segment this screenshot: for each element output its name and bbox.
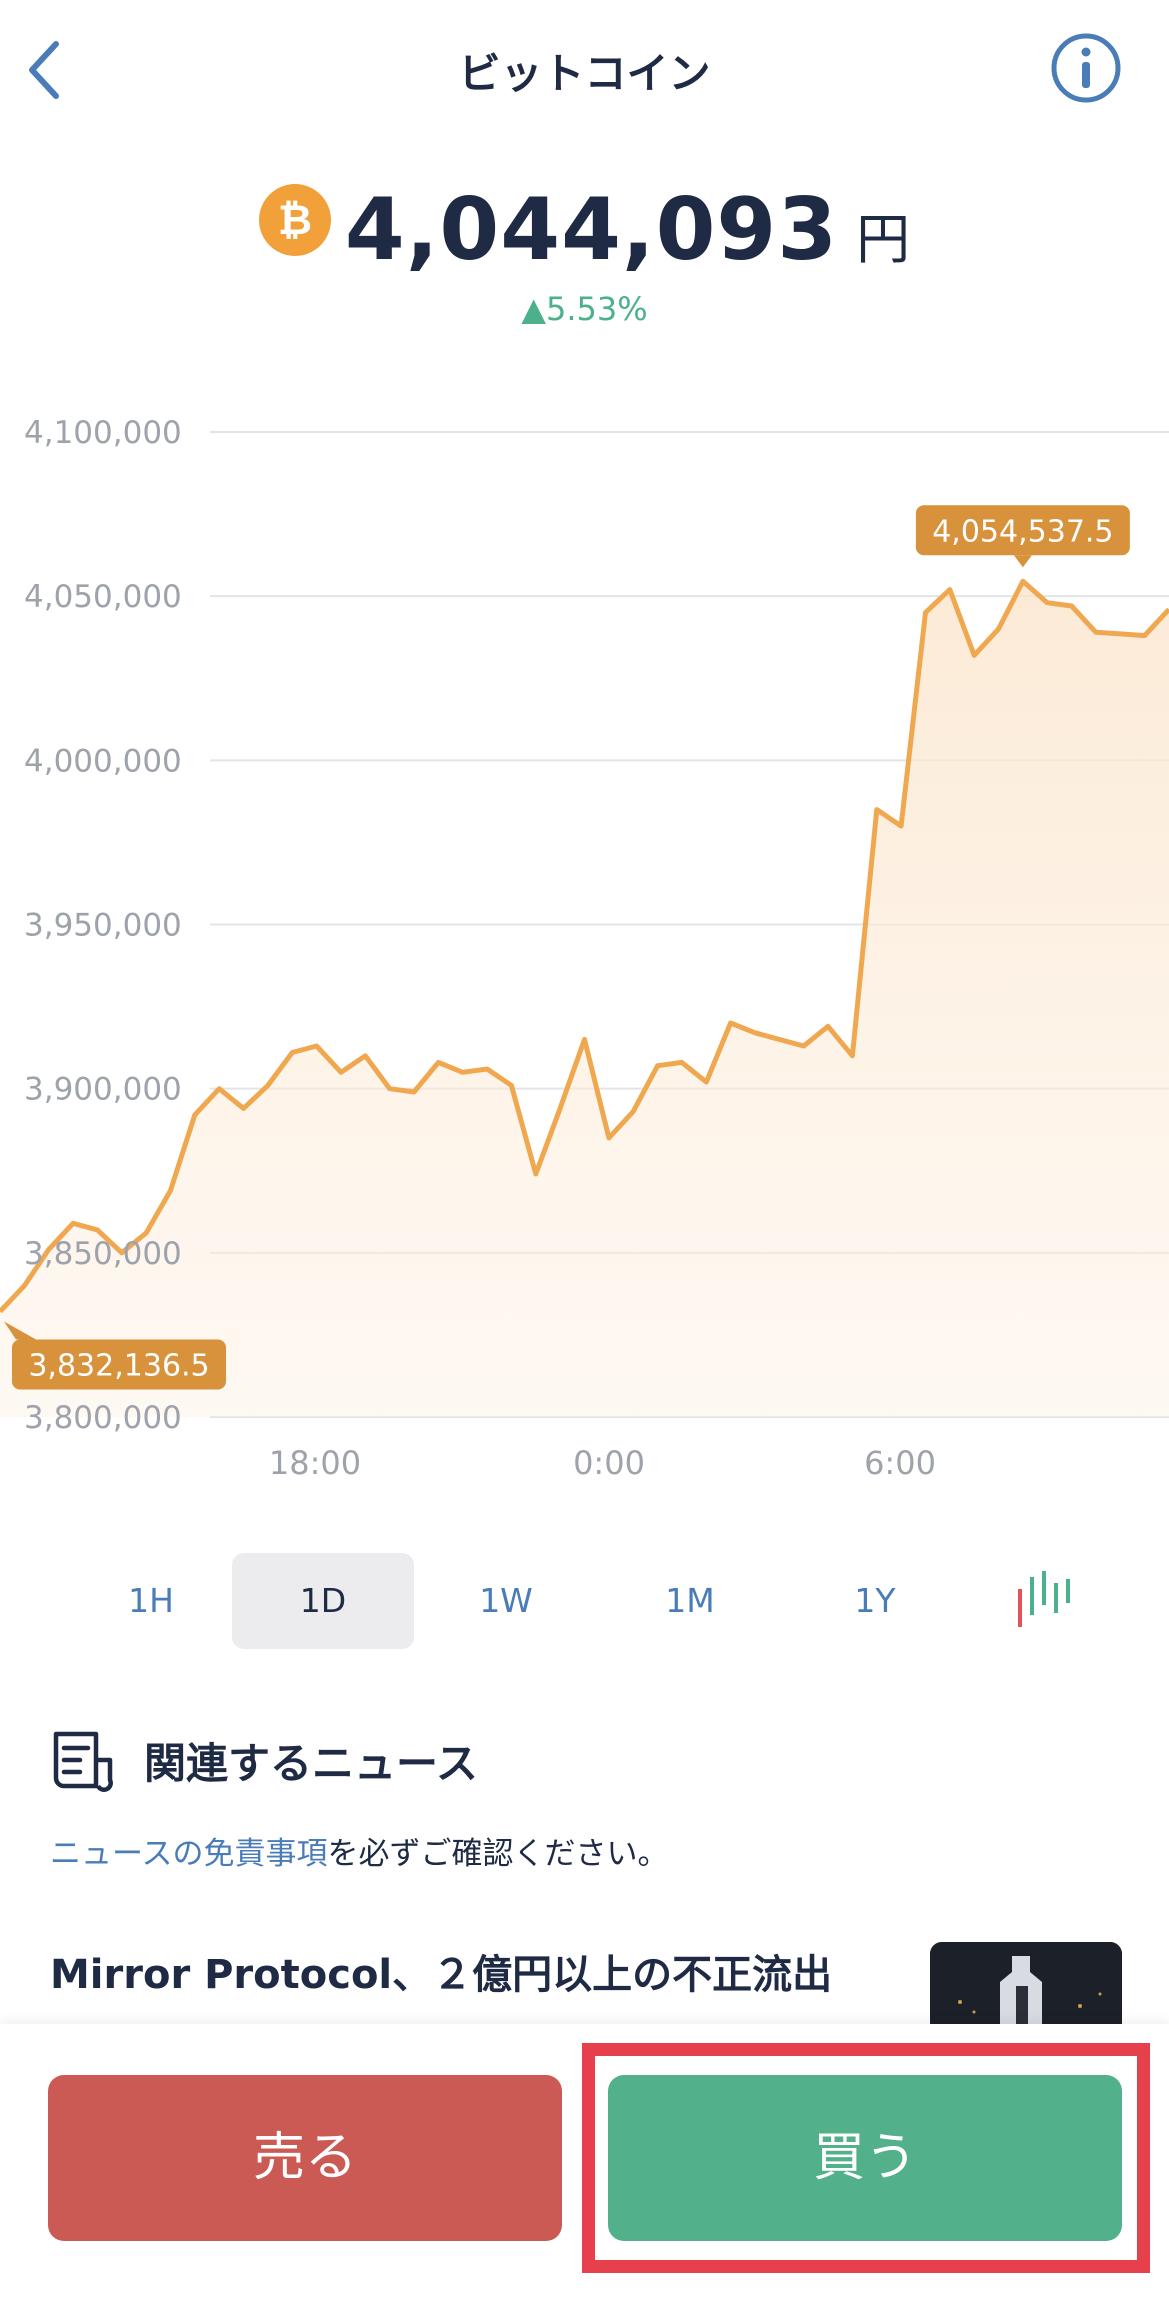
newspaper-icon [50, 1728, 116, 1794]
candlestick-icon [1018, 1571, 1070, 1627]
price-chart: 4,100,000 4,050,000 4,000,000 3,950,000 3,90… [0, 415, 1169, 1482]
price-unit: 円 [856, 207, 911, 271]
high-price-callout-pointer [1013, 555, 1032, 568]
disclaimer-link[interactable]: ニュースの免責事項 [50, 1836, 327, 1872]
info-circle-icon [1051, 33, 1121, 103]
y-tick-label: 3,800,000 [24, 1400, 182, 1436]
y-tick-label: 3,900,000 [24, 1072, 182, 1108]
range-1w-button[interactable]: 1W [415, 1553, 597, 1649]
current-price: 4,044,093 [344, 180, 839, 280]
y-tick-label: 4,100,000 [24, 415, 182, 451]
x-tick-label: 18:00 [269, 1444, 361, 1482]
news-disclaimer: ニュースの免責事項を必ずご確認ください。 [50, 1828, 668, 1873]
range-1y-button[interactable]: 1Y [784, 1553, 966, 1649]
x-tick-label: 6:00 [864, 1444, 936, 1482]
news-thumbnail[interactable] [930, 1942, 1122, 2032]
range-1d-button[interactable]: 1D [232, 1553, 414, 1649]
svg-text:₿: ₿ [278, 195, 312, 244]
low-price-label: 3,832,136.5 [28, 1348, 209, 1383]
sell-button[interactable]: 売る [48, 2075, 562, 2241]
price-change: ▲5.53% [521, 290, 648, 328]
bitcoin-icon: ₿ [258, 184, 331, 256]
range-1m-button[interactable]: 1M [599, 1553, 781, 1649]
range-1h-button[interactable]: 1H [60, 1553, 242, 1649]
news-heading: 関連するニュース [144, 1739, 478, 1788]
page-title: ビットコイン [458, 49, 711, 98]
y-tick-label: 3,850,000 [24, 1236, 182, 1272]
news-article-title[interactable]: Mirror Protocol、２億円以上の不正流出 [50, 1942, 832, 2000]
high-price-label: 4,054,537.5 [932, 514, 1113, 549]
x-tick-label: 0:00 [573, 1444, 645, 1482]
y-tick-label: 4,050,000 [24, 579, 182, 615]
price-row: ₿ 4,044,093 円 [0, 180, 1169, 280]
candlestick-toggle-button[interactable] [1010, 1569, 1080, 1633]
y-tick-label: 3,950,000 [24, 908, 182, 944]
disclaimer-text: を必ずご確認ください。 [327, 1836, 669, 1872]
info-button[interactable] [1050, 32, 1122, 104]
y-tick-label: 4,000,000 [24, 743, 182, 779]
price-area-fill [0, 581, 1169, 1417]
time-range-selector: 1H 1D 1W 1M 1Y [60, 1553, 1100, 1649]
buy-button[interactable]: 買う [608, 2075, 1122, 2241]
